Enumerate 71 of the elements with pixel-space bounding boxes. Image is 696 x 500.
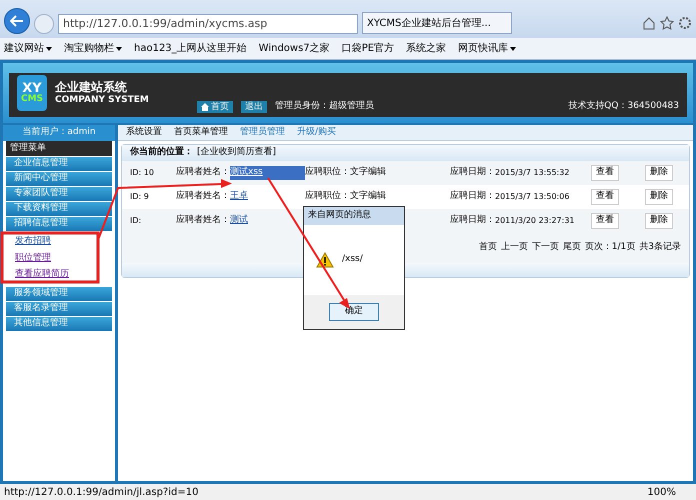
logout-button[interactable]: 退出 xyxy=(240,101,267,113)
applied-position: 应聘职位：文字编辑 xyxy=(305,190,387,204)
applicant-name-link[interactable]: 测试xss xyxy=(230,166,305,180)
back-button[interactable] xyxy=(4,8,30,34)
applicant-name-label: 应聘者姓名： xyxy=(176,214,230,228)
pager-text: 页次：1/1页 xyxy=(584,241,636,254)
top-menu-link[interactable]: 首页菜单管理 xyxy=(174,126,228,140)
back-arrow-icon xyxy=(10,15,24,27)
pager-text[interactable]: 首页 xyxy=(478,241,497,255)
logo: XY CMS xyxy=(17,75,47,111)
bookmark-link[interactable]: 口袋PE官方 xyxy=(342,41,394,56)
delete-button[interactable]: 删除 xyxy=(645,165,673,181)
caret-icon xyxy=(46,46,52,50)
pager-text[interactable]: 上一页 xyxy=(500,241,528,255)
pager-text[interactable]: 下一页 xyxy=(532,241,559,255)
system-subtitle: COMPANY SYSTEM xyxy=(55,94,149,106)
top-menu-link[interactable]: 升级/购买 xyxy=(297,126,336,140)
status-url: http://127.0.0.1:99/admin/jl.asp?id=10 xyxy=(4,486,198,500)
date-label: 应聘日期： xyxy=(450,214,495,228)
pager-text[interactable]: 尾页 xyxy=(562,241,581,255)
view-button[interactable]: 查看 xyxy=(591,213,619,229)
applied-date: 2015/3/7 13:50:06 xyxy=(495,191,570,203)
home-icon xyxy=(200,103,209,111)
top-menu-link[interactable]: 系统设置 xyxy=(126,126,162,140)
dialog-title: 来自网页的消息 xyxy=(308,209,371,222)
current-user-bar: 当前用户：admin xyxy=(3,125,115,141)
date-label: 应聘日期： xyxy=(450,166,495,180)
zoom-level[interactable]: 100% xyxy=(647,484,676,500)
location-label: 你当前的位置： xyxy=(130,146,193,160)
bookmark-link[interactable]: 建议网站 xyxy=(4,41,52,56)
browser-tab[interactable]: XYCMS企业建站后台管理... xyxy=(362,12,512,34)
applied-date: 2015/3/7 13:55:32 xyxy=(495,167,570,179)
system-title: 企业建站系统 xyxy=(55,80,128,95)
applicant-name-label: 应聘者姓名： xyxy=(176,190,230,204)
applied-position: 应聘职位：文字编辑 xyxy=(305,166,387,180)
submenu-link[interactable]: 职位管理 xyxy=(15,252,115,265)
star-icon[interactable] xyxy=(660,16,674,30)
admin-role: 管理员身份：超级管理员 xyxy=(274,100,374,112)
bookmark-link[interactable]: Windows7之家 xyxy=(258,41,330,56)
view-button[interactable]: 查看 xyxy=(591,189,619,205)
applied-date: 2011/3/20 23:27:31 xyxy=(495,215,576,227)
date-label: 应聘日期： xyxy=(450,190,495,204)
applicant-name-label: 应聘者姓名： xyxy=(176,166,230,180)
menu-title: 管理菜单 xyxy=(6,141,112,156)
dialog-message: /xss/ xyxy=(342,253,363,266)
applicant-name-link[interactable]: 测试 xyxy=(230,214,305,228)
record-id: ID: 10 xyxy=(130,167,155,179)
warning-icon xyxy=(316,252,334,268)
bookmark-link[interactable]: 网页快讯库 xyxy=(458,41,516,56)
record-id: ID: xyxy=(130,215,142,227)
delete-button[interactable]: 删除 xyxy=(645,213,673,229)
record-id: ID: 9 xyxy=(130,191,150,203)
support-qq: 技术支持QQ：364500483 xyxy=(568,100,679,112)
submenu-link[interactable]: 发布招聘 xyxy=(15,235,115,248)
top-menu-link[interactable]: 管理员管理 xyxy=(240,126,285,140)
delete-button[interactable]: 删除 xyxy=(645,189,673,205)
settings-icon[interactable] xyxy=(678,16,692,30)
applicant-name-link[interactable]: 王卓 xyxy=(230,190,305,204)
caret-icon xyxy=(116,46,122,50)
bookmark-link[interactable]: hao123_上网从这里开始 xyxy=(134,41,247,56)
bookmark-link[interactable]: 系统之家 xyxy=(406,41,446,56)
bookmark-link[interactable]: 淘宝购物栏 xyxy=(64,41,122,56)
view-button[interactable]: 查看 xyxy=(591,165,619,181)
pager-text: 共3条记录 xyxy=(639,241,681,254)
submenu-link[interactable]: 查看应聘简历 xyxy=(15,268,115,282)
address-field[interactable]: http://127.0.0.1:99/admin/xycms.asp xyxy=(58,14,358,34)
caret-icon xyxy=(510,46,516,50)
sidebar-item[interactable]: 其他信息管理 xyxy=(6,316,112,330)
home-icon[interactable] xyxy=(642,16,656,30)
home-button[interactable]: 首页 xyxy=(196,101,233,113)
location-value: [企业收到简历查看] xyxy=(197,146,276,160)
